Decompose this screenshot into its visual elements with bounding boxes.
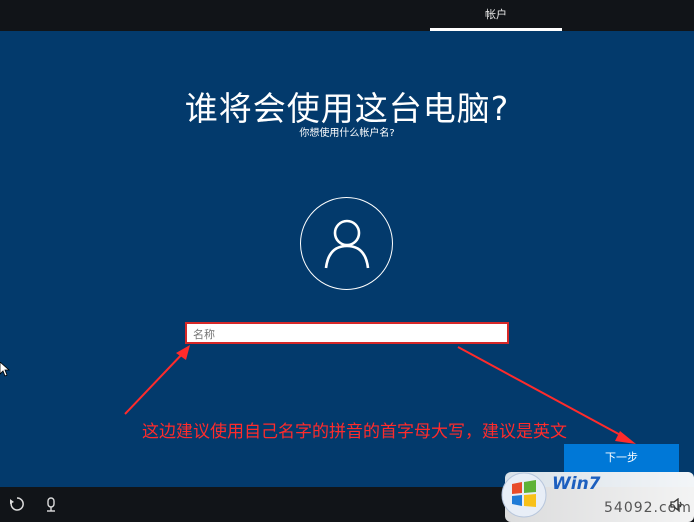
microphone-icon[interactable] (45, 497, 57, 512)
volume-icon[interactable] (670, 498, 684, 511)
annotation-text: 这边建议使用自己名字的拼音的首字母大写，建议是英文 (142, 422, 567, 442)
mouse-cursor (0, 362, 10, 377)
watermark-brand: Win7 (552, 474, 601, 494)
next-button[interactable]: 下一步 (564, 444, 679, 472)
arrow-to-name-field (124, 349, 187, 415)
ease-of-access-icon[interactable] (10, 497, 24, 511)
